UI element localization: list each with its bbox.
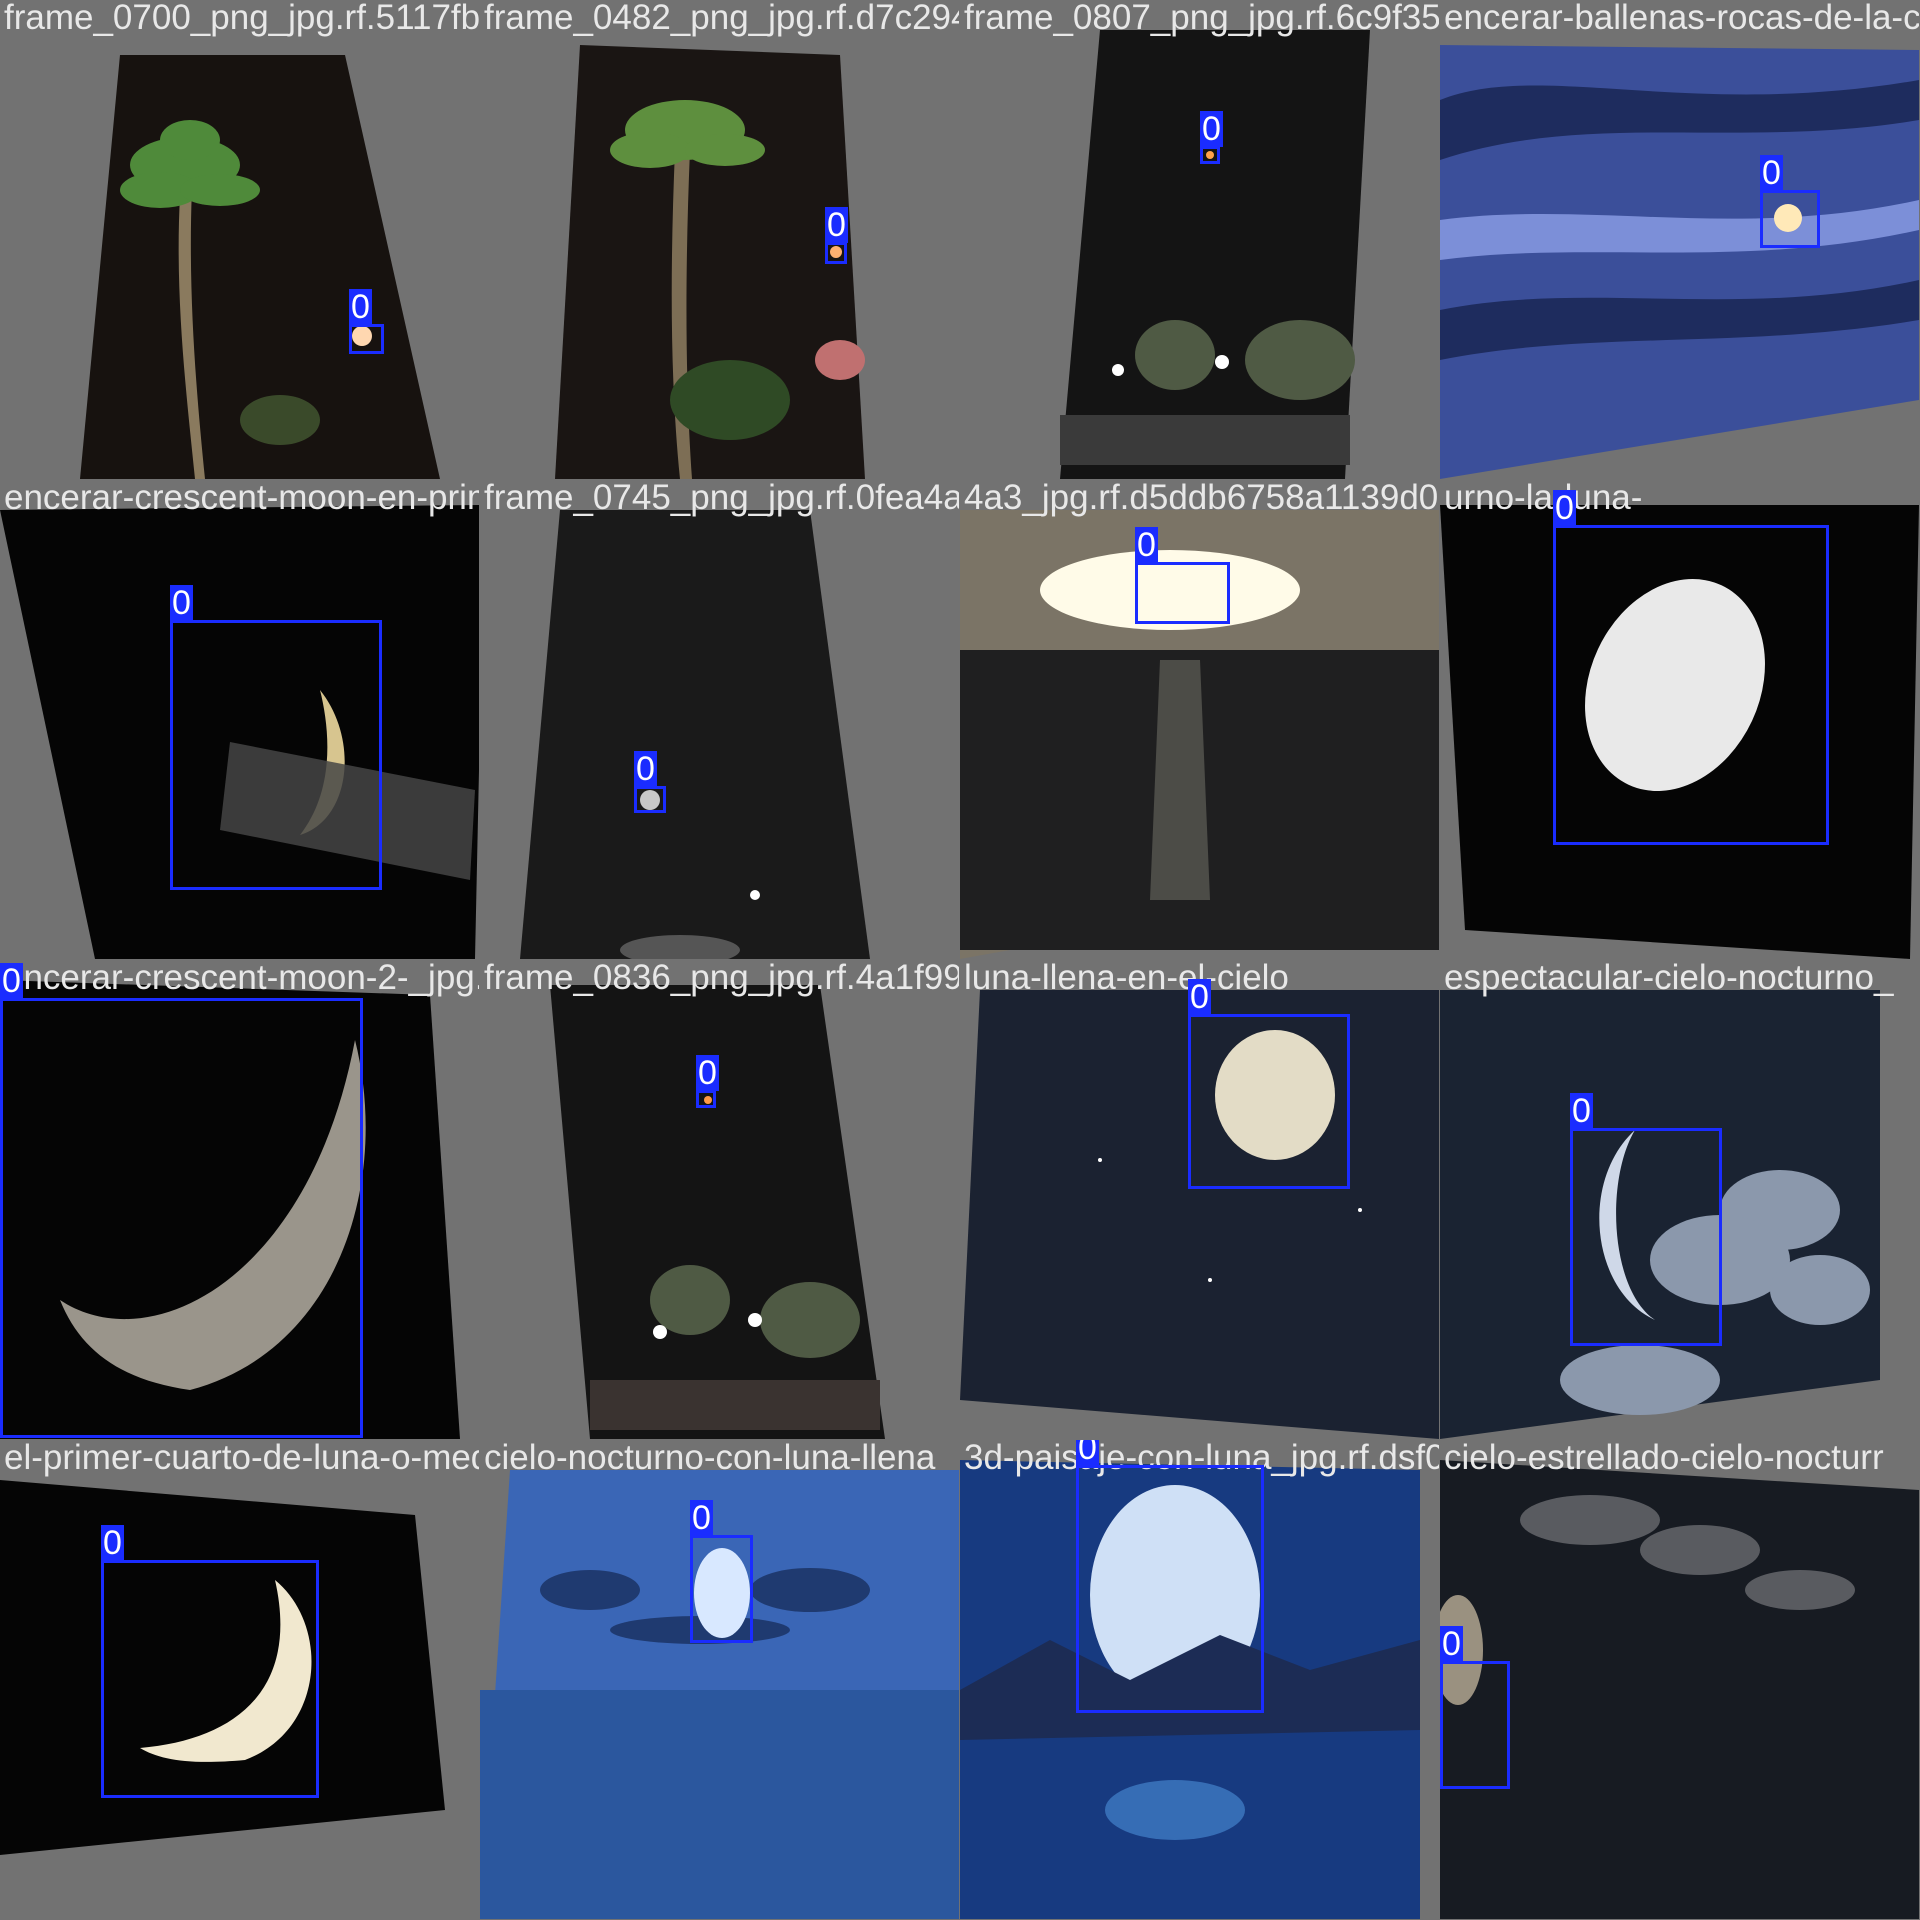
tile-13-bbox-label: 0 xyxy=(101,1524,124,1562)
mosaic-grid: frame_0700_png_jpg.rf.5117fbd23c34867eac… xyxy=(0,0,1920,1920)
tile-7-caption: 4a3_jpg.rf.d5ddb6758a1139d0b7c58bb1c9 xyxy=(964,480,1439,517)
tile-6-bbox-label: 0 xyxy=(634,750,657,788)
tile-6-bbox: 0 xyxy=(634,751,666,813)
tile-4-bbox: 0 xyxy=(1760,155,1820,248)
tile-2-bbox: 0 xyxy=(825,207,848,264)
tile-5-bbox-label: 0 xyxy=(170,584,193,622)
tile-15-bbox: 0 xyxy=(1076,1440,1264,1713)
tile-1-bbox-label: 0 xyxy=(349,288,372,326)
tile-5: encerar-crescent-moon-en-primer-plano-a … xyxy=(0,480,479,959)
tile-8-caption: urno-la-luna- xyxy=(1444,480,1643,517)
tile-2-image xyxy=(555,45,865,479)
tile-13: el-primer-cuarto-de-luna-o-media-luna 0 xyxy=(0,1440,479,1919)
tile-5-bbox: 0 xyxy=(170,585,382,890)
tile-14-bbox: 0 xyxy=(690,1500,753,1643)
tile-3-bbox: 0 xyxy=(1200,111,1223,164)
tile-9-caption: encerar-crescent-moon-2-_jpg.rf.e6a9e0 xyxy=(4,960,479,997)
tile-15-bbox-label: 0 xyxy=(1076,1440,1099,1466)
tile-10-image xyxy=(550,985,885,1439)
tile-12-bbox: 0 xyxy=(1570,1093,1722,1346)
tile-4: encerar-ballenas-rocas-de-la-c 0 xyxy=(1440,0,1919,479)
tile-10-bbox: 0 xyxy=(696,1055,719,1108)
tile-16-bbox-label: 0 xyxy=(1440,1625,1463,1663)
tile-2: frame_0482_png_jpg.rf.d7c294586a078a6c 0 xyxy=(480,0,959,479)
tile-4-bbox-label: 0 xyxy=(1760,154,1783,192)
tile-4-caption: encerar-ballenas-rocas-de-la-c xyxy=(1444,0,1919,37)
tile-13-bbox: 0 xyxy=(101,1525,319,1798)
tile-1-bbox: 0 xyxy=(349,289,384,354)
tile-1-image xyxy=(80,55,440,479)
tile-2-caption: frame_0482_png_jpg.rf.d7c294586a078a6c xyxy=(484,0,959,37)
tile-7: 4a3_jpg.rf.d5ddb6758a1139d0b7c58bb1c9 0 xyxy=(960,480,1439,959)
tile-6-caption: frame_0745_png_jpg.rf.0fea4a34369dcf1386… xyxy=(484,480,959,517)
tile-6: frame_0745_png_jpg.rf.0fea4a34369dcf1386… xyxy=(480,480,959,959)
tile-11-caption: luna-llena-en-el-cielo xyxy=(964,960,1289,997)
tile-16: cielo-estrellado-cielo-nocturr 0 xyxy=(1440,1440,1919,1919)
tile-11-bbox: 0 xyxy=(1188,979,1350,1189)
tile-7-bbox-label: 0 xyxy=(1135,526,1158,564)
tile-9-bbox: 0 xyxy=(0,963,363,1438)
tile-12: espectacular-cielo-nocturno_ 0 xyxy=(1440,960,1919,1439)
tile-8: urno-la-luna- 0 xyxy=(1440,480,1919,959)
tile-3: frame_0807_png_jpg.rf.6c9f357ca75d412118… xyxy=(960,0,1439,479)
tile-4-image xyxy=(1440,45,1919,479)
tile-13-caption: el-primer-cuarto-de-luna-o-media-luna xyxy=(4,1440,479,1477)
tile-7-image xyxy=(960,510,1439,959)
tile-2-bbox-label: 0 xyxy=(825,206,848,244)
tile-15: 3d-paisaje-con-luna_jpg.rf.dsf078 0 xyxy=(960,1440,1439,1919)
tile-9-bbox-label: 0 xyxy=(0,962,23,1000)
tile-5-caption: encerar-crescent-moon-en-primer-plano-a xyxy=(4,480,479,517)
tile-1-caption: frame_0700_png_jpg.rf.5117fbd23c34867eac xyxy=(4,0,479,37)
tile-7-bbox: 0 xyxy=(1135,527,1230,624)
tile-14-image xyxy=(480,1470,959,1919)
tile-12-caption: espectacular-cielo-nocturno_ xyxy=(1444,960,1894,997)
tile-8-bbox-label: 0 xyxy=(1553,489,1576,527)
tile-9: encerar-crescent-moon-2-_jpg.rf.e6a9e0 0 xyxy=(0,960,479,1439)
tile-14-caption: cielo-nocturno-con-luna-llena xyxy=(484,1440,936,1477)
tile-11-bbox-label: 0 xyxy=(1188,978,1211,1016)
tile-16-bbox: 0 xyxy=(1440,1626,1510,1789)
tile-14-bbox-label: 0 xyxy=(690,1499,713,1537)
tile-14: cielo-nocturno-con-luna-llena 0 xyxy=(480,1440,959,1919)
tile-16-caption: cielo-estrellado-cielo-nocturr xyxy=(1444,1440,1884,1477)
tile-12-bbox-label: 0 xyxy=(1570,1092,1593,1130)
tile-8-bbox: 0 xyxy=(1553,490,1829,845)
tile-10-bbox-label: 0 xyxy=(696,1054,719,1092)
tile-1: frame_0700_png_jpg.rf.5117fbd23c34867eac… xyxy=(0,0,479,479)
tile-11: luna-llena-en-el-cielo 0 xyxy=(960,960,1439,1439)
tile-6-image xyxy=(520,510,870,959)
tile-10-caption: frame_0836_png_jpg.rf.4a1f997ede1a5f2d xyxy=(484,960,959,997)
tile-3-caption: frame_0807_png_jpg.rf.6c9f357ca75d412118 xyxy=(964,0,1439,37)
tile-3-image xyxy=(1060,30,1370,479)
tile-16-image xyxy=(1440,1460,1919,1919)
tile-3-bbox-label: 0 xyxy=(1200,110,1223,148)
tile-10: frame_0836_png_jpg.rf.4a1f997ede1a5f2d 0 xyxy=(480,960,959,1439)
